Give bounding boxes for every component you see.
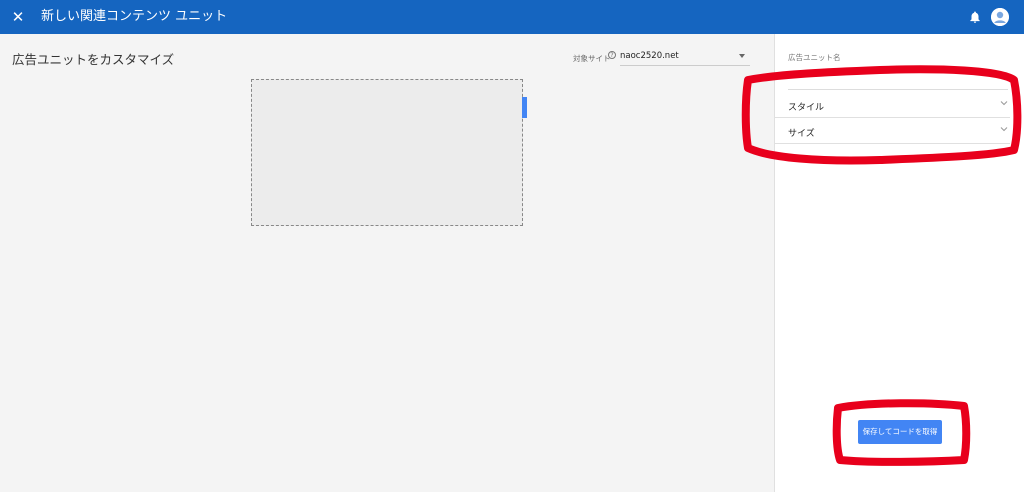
resize-handle[interactable] (522, 97, 527, 118)
customize-area: 広告ユニットをカスタマイズ 対象サイト ? naoc2520.net (0, 34, 774, 492)
close-icon[interactable]: ✕ (11, 9, 25, 25)
page-title: 広告ユニットをカスタマイズ (12, 52, 175, 67)
ad-unit-name-label: 広告ユニット名 (788, 53, 841, 62)
size-section[interactable]: サイズ (775, 118, 1010, 144)
avatar[interactable] (991, 8, 1009, 26)
chevron-down-icon (1000, 127, 1008, 132)
style-section[interactable]: スタイル (775, 92, 1010, 118)
target-site-label: 対象サイト (573, 54, 611, 63)
app-title: 新しい関連コンテンツ ユニット (41, 9, 228, 24)
settings-panel: 広告ユニット名 スタイル サイズ 保存してコードを取得 (774, 34, 1024, 492)
help-icon[interactable]: ? (608, 51, 616, 59)
bell-icon[interactable] (968, 10, 982, 24)
ad-unit-name-input[interactable] (788, 64, 1008, 90)
save-and-get-code-button[interactable]: 保存してコードを取得 (858, 420, 942, 444)
size-section-label: サイズ (788, 129, 815, 139)
dropdown-caret-icon (739, 54, 745, 58)
target-site-select[interactable]: naoc2520.net (620, 48, 750, 66)
ad-preview-box (251, 79, 523, 226)
style-section-label: スタイル (788, 103, 825, 113)
target-site-value: naoc2520.net (620, 51, 679, 61)
top-app-bar: ✕ 新しい関連コンテンツ ユニット (0, 0, 1024, 34)
account-circle-icon (991, 8, 1009, 26)
chevron-down-icon (1000, 101, 1008, 106)
